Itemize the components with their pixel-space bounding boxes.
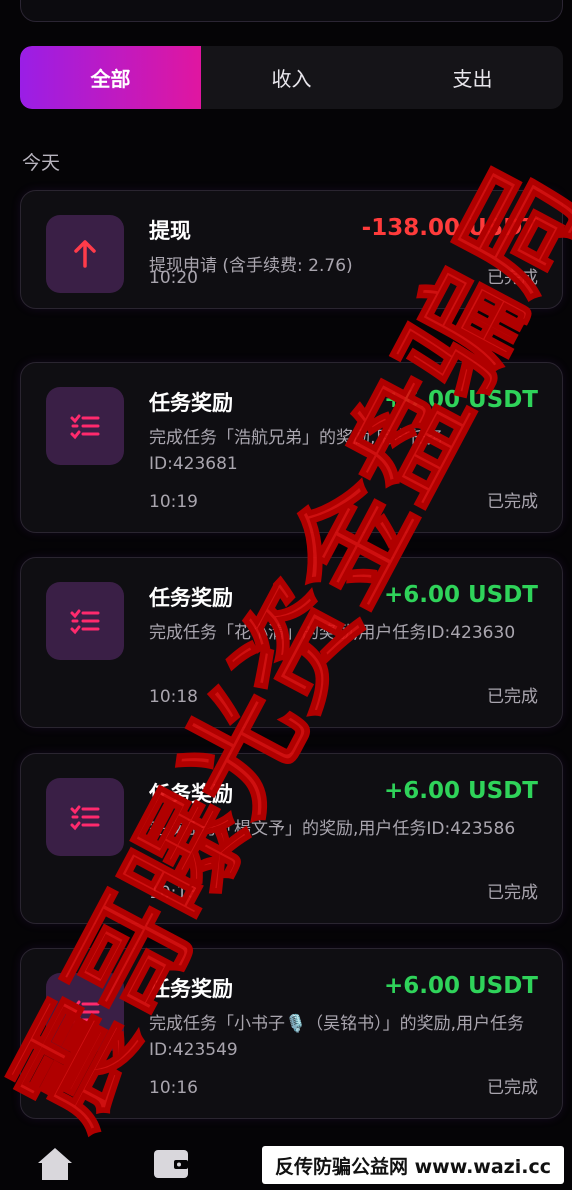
transaction-description: 完成任务「楊文予」的奖励,用户任务ID:423586 xyxy=(149,819,516,839)
transaction-time: 10:18 xyxy=(149,883,198,903)
transaction-description: 完成任务「花小清」的奖励,用户任务ID:423630 xyxy=(149,623,516,643)
transaction-card-reward[interactable]: 任务奖励 +6.00 USDT 完成任务「小书子🎙️（吴铭书）」的奖励,用户任务… xyxy=(20,948,563,1119)
transaction-card-reward[interactable]: 任务奖励 +6.00 USDT 完成任务「花小清」的奖励,用户任务ID:4236… xyxy=(20,557,563,728)
transaction-status: 已完成 xyxy=(487,687,538,707)
date-section-label: 今天 xyxy=(22,152,61,174)
transaction-amount: +6.00 USDT xyxy=(383,582,538,608)
transaction-time: 10:20 xyxy=(149,268,198,288)
transaction-status: 已完成 xyxy=(487,1078,538,1098)
site-watermark: 反传防骗公益网 www.wazi.cc xyxy=(262,1146,564,1184)
transaction-card-reward[interactable]: 任务奖励 +6.00 USDT 完成任务「浩航兄弟」的奖励,用户任务ID:423… xyxy=(20,362,563,533)
arrow-up-icon xyxy=(46,215,124,293)
transaction-title: 任务奖励 xyxy=(149,782,233,806)
tab-income[interactable]: 收入 xyxy=(201,46,382,109)
tab-expense[interactable]: 支出 xyxy=(382,46,563,109)
transaction-status: 已完成 xyxy=(487,492,538,512)
transaction-description: 完成任务「浩航兄弟」的奖励,用户任务ID:423681 xyxy=(149,428,444,474)
task-list-icon xyxy=(46,582,124,660)
task-list-icon xyxy=(46,778,124,856)
transaction-status: 已完成 xyxy=(487,883,538,903)
transaction-time: 10:18 xyxy=(149,687,198,707)
transaction-status: 已完成 xyxy=(487,268,538,288)
transaction-title: 任务奖励 xyxy=(149,977,233,1001)
transaction-title: 任务奖励 xyxy=(149,391,233,415)
transaction-time: 10:16 xyxy=(149,1078,198,1098)
wallet-icon[interactable] xyxy=(150,1142,192,1184)
transaction-amount: +6.00 USDT xyxy=(383,778,538,804)
transaction-title: 任务奖励 xyxy=(149,586,233,610)
task-list-icon xyxy=(46,387,124,465)
filter-tabs: 全部 收入 支出 xyxy=(20,46,563,109)
transaction-amount: +6.00 USDT xyxy=(383,387,538,413)
transaction-card-withdraw[interactable]: 提现 -138.00 USDT 提现申请 (含手续费: 2.76) 10:20 … xyxy=(20,190,563,309)
task-list-icon xyxy=(46,973,124,1051)
transaction-time: 10:19 xyxy=(149,492,198,512)
transaction-card-reward[interactable]: 任务奖励 +6.00 USDT 完成任务「楊文予」的奖励,用户任务ID:4235… xyxy=(20,753,563,924)
home-icon[interactable] xyxy=(34,1142,76,1184)
previous-card-remnant xyxy=(20,0,563,22)
transaction-description: 完成任务「小书子🎙️（吴铭书）」的奖励,用户任务ID:423549 xyxy=(149,1014,525,1060)
transaction-amount: +6.00 USDT xyxy=(383,973,538,999)
transaction-amount: -138.00 USDT xyxy=(361,215,538,241)
tab-all[interactable]: 全部 xyxy=(20,46,201,109)
transaction-title: 提现 xyxy=(149,219,191,243)
transaction-description: 提现申请 (含手续费: 2.76) xyxy=(149,256,353,276)
